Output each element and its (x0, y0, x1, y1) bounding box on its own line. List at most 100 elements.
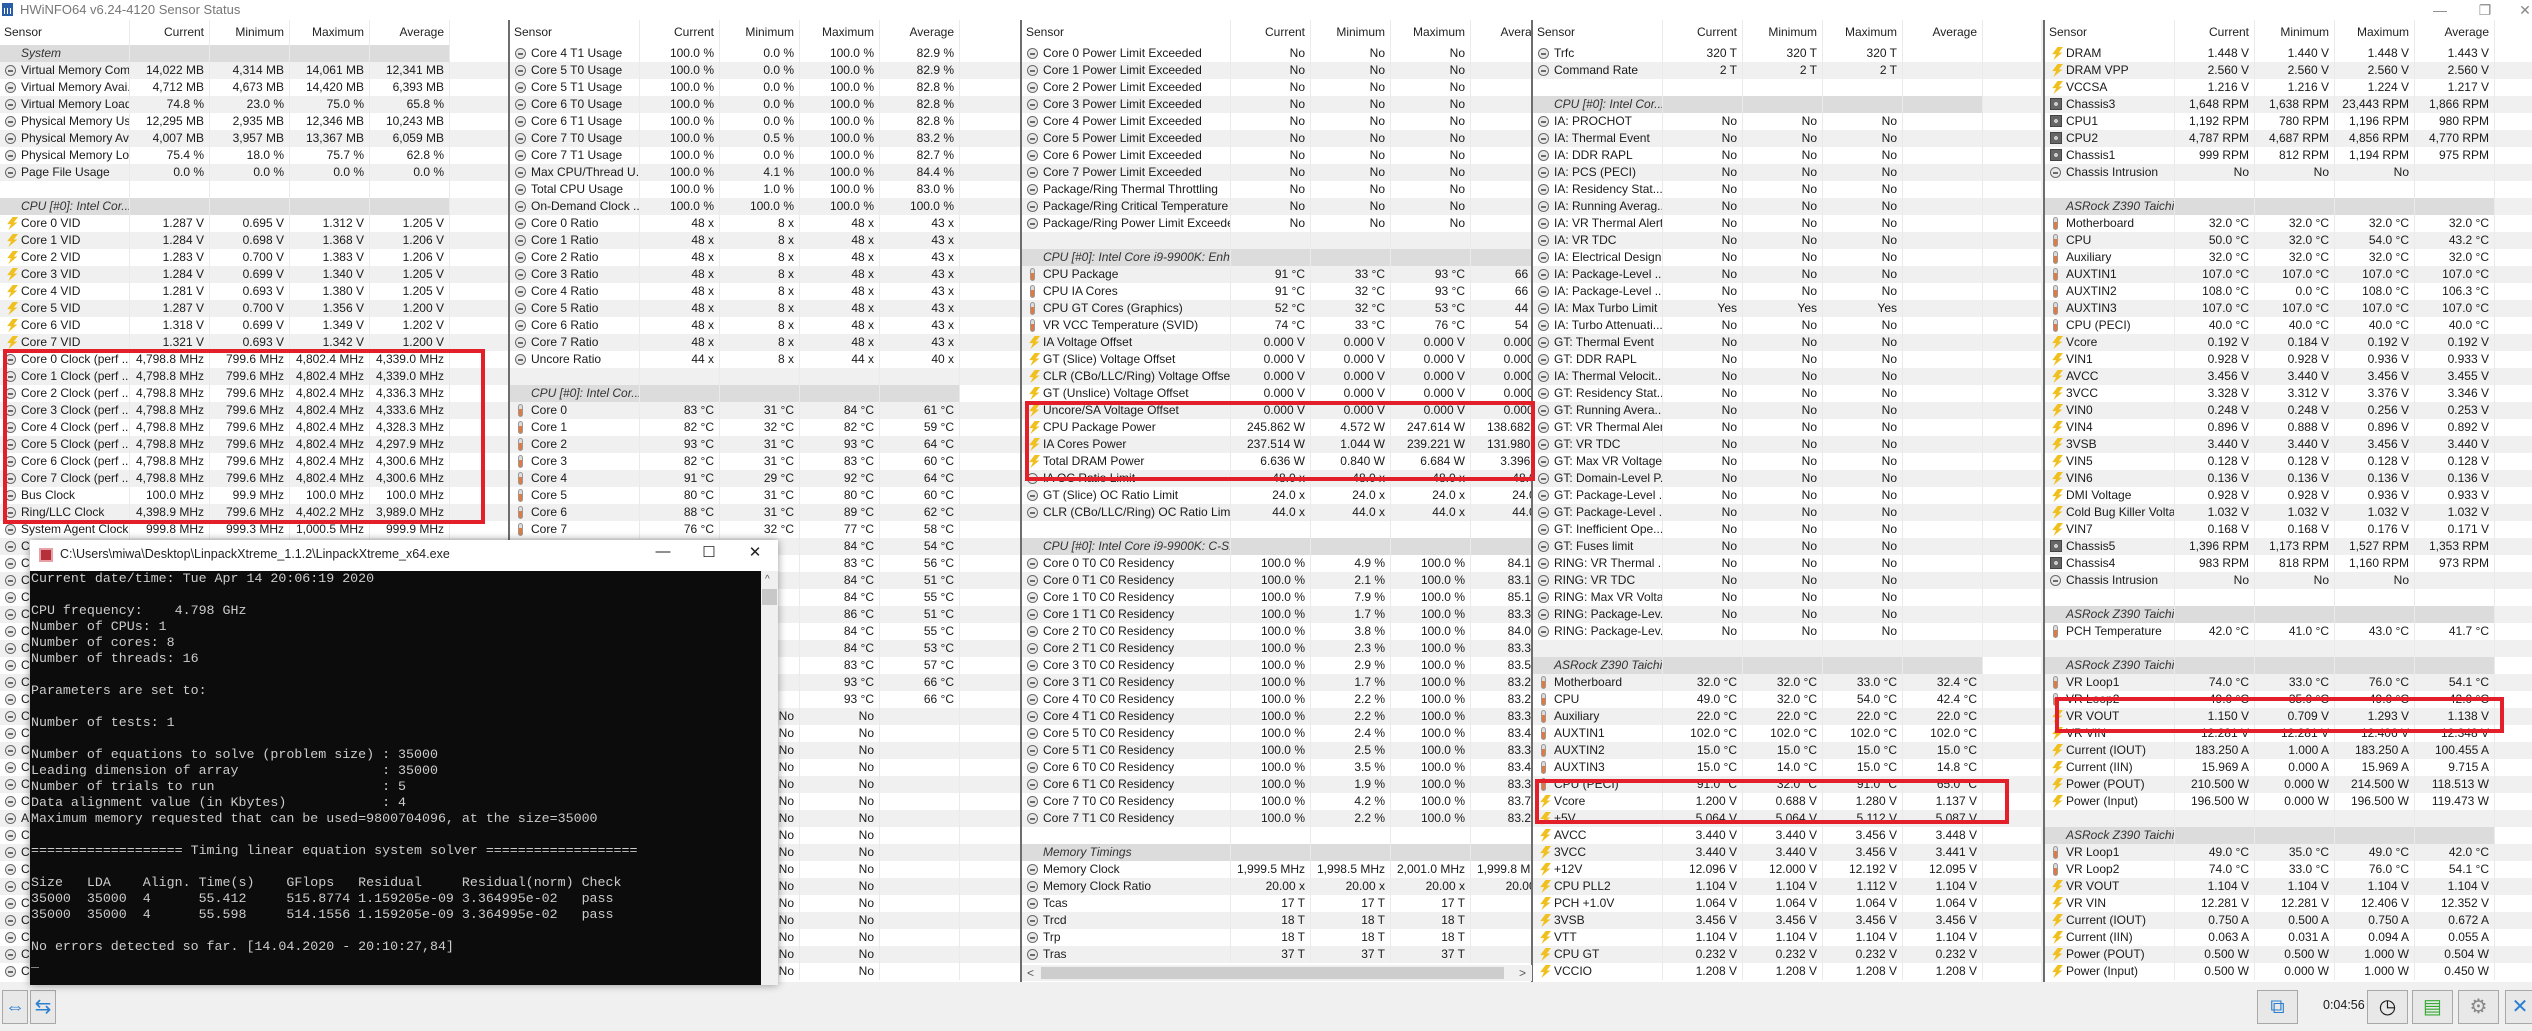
sensor-row[interactable]: Core 6 Ratio 48 x8 x 48 x 43 x (510, 317, 1020, 334)
collapse-columns-icon[interactable]: ⇆ (30, 990, 56, 1024)
sensor-row[interactable]: Core 0 Clock (perf ... 4,798.8 MHz 799.6 M… (0, 351, 508, 368)
sensor-group-header[interactable]: CPU [#0]: Intel Core i9-9900K: Enh... (1022, 249, 1532, 266)
sensor-row[interactable]: Core 0 T0 C0 Residency 100.0 % 4.9 % 100.0 … (1022, 555, 1532, 572)
sensor-row[interactable]: System Agent Clock 999.8 MHz 999.3 MHz 1,00… (0, 521, 508, 538)
sensor-row[interactable]: Core 2 93 °C 31 °C 93 °C 64 °C (510, 436, 1020, 453)
sensor-row[interactable]: Chassis1 999 RPM 812 RPM 1,194 RPM 975 RPM (2045, 147, 2532, 164)
sensor-row[interactable]: Core 0 Ratio 48 x8 x 48 x 43 x (510, 215, 1020, 232)
sensor-row[interactable]: Virtual Memory Load 74.8 % 23.0 % 75.0 % 65.… (0, 96, 508, 113)
sensor-row[interactable]: VCCSA 1.216 V 1.216 V 1.224 V 1.217 V (2045, 79, 2532, 96)
sensor-row[interactable]: VR Loop1 49.0 °C 35.0 °C 49.0 °C 42.0 °C (2045, 844, 2532, 861)
sensor-row[interactable]: Trfc 320 T 320 T 320 T (1533, 45, 2041, 62)
console-output[interactable]: Current date/time: Tue Apr 14 20:06:19 2… (31, 571, 637, 971)
sensor-row[interactable]: Core 5 VID 1.287 V 0.700 V 1.356 V 1.200 V (0, 300, 508, 317)
column-header-minimum[interactable]: Minimum (2255, 20, 2335, 45)
sensor-row[interactable]: Core 0 VID 1.287 V 0.695 V 1.312 V 1.205 V (0, 215, 508, 232)
sensor-row[interactable]: Physical Memory Used12,295 MB2,935 MB12,… (0, 113, 508, 130)
sensor-row[interactable]: GT: Running Avera... No No No (1533, 402, 2041, 419)
sensor-group-header[interactable]: System (0, 45, 508, 62)
close-window-button[interactable]: ✕ (2505, 0, 2532, 20)
sensor-panel-3[interactable]: < > SensorCurrentMinimumMaximumAverageCo… (1020, 20, 1532, 982)
sensor-row[interactable]: Total DRAM Power 6.636 W 0.840 W 6.684 W 3.3… (1022, 453, 1532, 470)
column-header-sensor[interactable]: Sensor (1022, 20, 1231, 45)
sensor-row[interactable]: AUXTIN3 107.0 °C 107.0 °C 107.0 °C 107.0 °C (2045, 300, 2532, 317)
sensor-row[interactable]: GT: DDR RAPL No No No (1533, 351, 2041, 368)
sensor-row[interactable]: CPU PLL2 1.104 V 1.104 V 1.112 V 1.104 V (1533, 878, 2041, 895)
column-header-current[interactable]: Current (1663, 20, 1743, 45)
sensor-row[interactable]: Virtual Memory Com... 14,022 MB 4,314 MB 14… (0, 62, 508, 79)
sensor-row[interactable]: IA: Package-Level ... No No No (1533, 283, 2041, 300)
sensor-row[interactable]: VR VIN 12.281 V 12.281 V 12.406 V 12.348 V (2045, 725, 2532, 742)
scrollbar-thumb[interactable] (762, 589, 777, 605)
sensor-row[interactable]: IA: Running Averag... No No No (1533, 198, 2041, 215)
sensor-row[interactable]: AUXTIN2 15.0 °C 15.0 °C 15.0 °C 15.0 °C (1533, 742, 2041, 759)
sensor-row[interactable]: VR Loop2 49.0 °C 35.0 °C 49.0 °C 42.0 °C (2045, 691, 2532, 708)
sensor-row[interactable]: Core 3 T1 C0 Residency 100.0 % 1.7 % 100.0 … (1022, 674, 1532, 691)
sensor-row[interactable]: 3VSB 3.456 V 3.456 V 3.456 V 3.456 V (1533, 912, 2041, 929)
sensor-row[interactable]: Core 4 91 °C 29 °C 92 °C 64 °C (510, 470, 1020, 487)
sensor-row[interactable]: Core 7 76 °C 32 °C 77 °C 58 °C (510, 521, 1020, 538)
sensor-row[interactable]: Cold Bug Killer Voltage1.032 V1.032 V1.0… (2045, 504, 2532, 521)
column-header-average[interactable]: Average (880, 20, 960, 45)
sensor-row[interactable]: IA Voltage Offset 0.000 V 0.000 V 0.000 V 0.… (1022, 334, 1532, 351)
sensor-row[interactable]: VR VOUT 1.150 V 0.709 V 1.293 V 1.138 V (2045, 708, 2532, 725)
column-header-sensor[interactable]: Sensor (2045, 20, 2175, 45)
sensor-row[interactable]: Bus Clock 100.0 MHz 99.9 MHz 100.0 MHz 100.0… (0, 487, 508, 504)
sensor-row[interactable]: Core 1 Ratio 48 x8 x 48 x 43 x (510, 232, 1020, 249)
sensor-row[interactable]: Power (Input) 0.500 W 0.000 W 1.000 W 0.450 … (2045, 963, 2532, 980)
sensor-row[interactable]: VTT 1.104 V 1.104 V 1.104 V 1.104 V (1533, 929, 2041, 946)
horizontal-scrollbar[interactable]: < > (1022, 965, 1532, 981)
sensor-row[interactable]: Tcas 17 T 17 T 17 T (1022, 895, 1532, 912)
sensor-row[interactable]: Power (Input) 196.500 W 0.000 W 196.500 W 11… (2045, 793, 2532, 810)
column-header-current[interactable]: Current (1231, 20, 1311, 45)
sensor-row[interactable]: VIN0 0.248 V 0.248 V 0.256 V 0.253 V (2045, 402, 2532, 419)
sensor-row[interactable]: +5V 5.064 V 5.064 V 5.112 V 5.087 V (1533, 810, 2041, 827)
sensor-group-header[interactable]: ASRock Z390 Taichi... (1533, 657, 2041, 674)
sensor-row[interactable]: Motherboard 32.0 °C 32.0 °C 32.0 °C 32.0 °C (2045, 215, 2532, 232)
sensor-row[interactable]: IA: Electrical Design... No No No (1533, 249, 2041, 266)
sensor-row[interactable]: IA: PCS (PECI) No No No (1533, 164, 2041, 181)
sensor-row[interactable]: VIN6 0.136 V 0.136 V 0.136 V 0.136 V (2045, 470, 2532, 487)
sensor-row[interactable]: Vcore 0.192 V 0.184 V 0.192 V 0.192 V (2045, 334, 2532, 351)
sensor-row[interactable]: Ring/LLC Clock 4,398.9 MHz 799.6 MHz 4,402.… (0, 504, 508, 521)
sensor-row[interactable]: On-Demand Clock ... 100.0 % 100.0 % 100.0 %… (510, 198, 1020, 215)
network-icon[interactable]: ⧉ (2257, 990, 2298, 1024)
sensor-row[interactable]: Core 6 88 °C 31 °C 89 °C 62 °C (510, 504, 1020, 521)
sensor-row[interactable]: Current (IIN) 0.063 A 0.031 A 0.094 A 0.055 … (2045, 929, 2532, 946)
sensor-row[interactable]: AUXTIN1 107.0 °C 107.0 °C 107.0 °C 107.0 °C (2045, 266, 2532, 283)
sensor-row[interactable]: Core 4 T0 C0 Residency 100.0 % 2.2 % 100.0 … (1022, 691, 1532, 708)
sensor-row[interactable]: Core 5 T1 C0 Residency 100.0 % 2.5 % 100.0 … (1022, 742, 1532, 759)
sensor-row[interactable]: Core 1 Power Limit Exceeded No No No (1022, 62, 1532, 79)
sensor-row[interactable]: +12V 12.096 V 12.000 V 12.192 V 12.095 V (1533, 861, 2041, 878)
sensor-row[interactable]: VIN5 0.128 V 0.128 V 0.128 V 0.128 V (2045, 453, 2532, 470)
sensor-row[interactable]: AUXTIN1 102.0 °C 102.0 °C 102.0 °C 102.0 °C (1533, 725, 2041, 742)
sensor-row[interactable]: Core 7 VID 1.321 V 0.693 V 1.342 V 1.200 V (0, 334, 508, 351)
sensor-row[interactable]: Core 2 Power Limit Exceeded No No No (1022, 79, 1532, 96)
sensor-row[interactable]: GT: Thermal Event No No No (1533, 334, 2041, 351)
sensor-row[interactable]: RING: VR Thermal ... No No No (1533, 555, 2041, 572)
sensor-row[interactable]: Auxiliary 22.0 °C 22.0 °C 22.0 °C 22.0 °C (1533, 708, 2041, 725)
sensor-row[interactable]: Tras 37 T 37 T 37 T (1022, 946, 1532, 963)
sensor-group-header[interactable]: ASRock Z390 Taichi... (2045, 198, 2532, 215)
sensor-row[interactable]: Physical Memory Av... 4,007 MB 3,957 MB 13,… (0, 130, 508, 147)
column-header-current[interactable]: Current (640, 20, 720, 45)
sensor-row[interactable]: VR VIN 12.281 V 12.281 V 12.406 V 12.352 V (2045, 895, 2532, 912)
sensor-row[interactable]: IA: VR Thermal Alert No No No (1533, 215, 2041, 232)
clock-reset-icon[interactable]: ◷ (2367, 990, 2408, 1024)
sensor-row[interactable]: VIN1 0.928 V 0.928 V 0.936 V 0.933 V (2045, 351, 2532, 368)
console-title-bar[interactable]: C:\Users\miwa\Desktop\LinpackXtreme_1.1.… (30, 540, 778, 571)
sensor-row[interactable]: Core 5 T0 C0 Residency 100.0 % 2.4 % 100.0 … (1022, 725, 1532, 742)
sensor-group-header[interactable]: CPU [#0]: Intel Cor... (0, 198, 508, 215)
sensor-panel-5[interactable]: Sensor Current Minimum Maximum Average DRAM 1.… (2043, 20, 2532, 982)
sensor-row[interactable]: Trcd 18 T 18 T 18 T (1022, 912, 1532, 929)
sensor-row[interactable]: Core 7 T0 Usage 100.0 % 0.5 % 100.0 % 83.2 % (510, 130, 1020, 147)
sensor-row[interactable]: Chassis Intrusion No No No (2045, 164, 2532, 181)
sensor-row[interactable]: PCH +1.0V 1.064 V 1.064 V 1.064 V 1.064 V (1533, 895, 2041, 912)
sensor-row[interactable]: GT: Residency Stat... No No No (1533, 385, 2041, 402)
sensor-row[interactable]: GT (Unslice) Voltage Offset 0.000 V 0.000 … (1022, 385, 1532, 402)
sensor-row[interactable]: Core 1 82 °C 32 °C 82 °C 59 °C (510, 419, 1020, 436)
sensor-panel-4[interactable]: Sensor Current Minimum Maximum Average Trfc 32… (1531, 20, 2041, 982)
column-header-current[interactable]: Current (130, 20, 210, 45)
column-header-current[interactable]: Current (2175, 20, 2255, 45)
sensor-group-header[interactable]: ASRock Z390 Taichi... (2045, 657, 2532, 674)
